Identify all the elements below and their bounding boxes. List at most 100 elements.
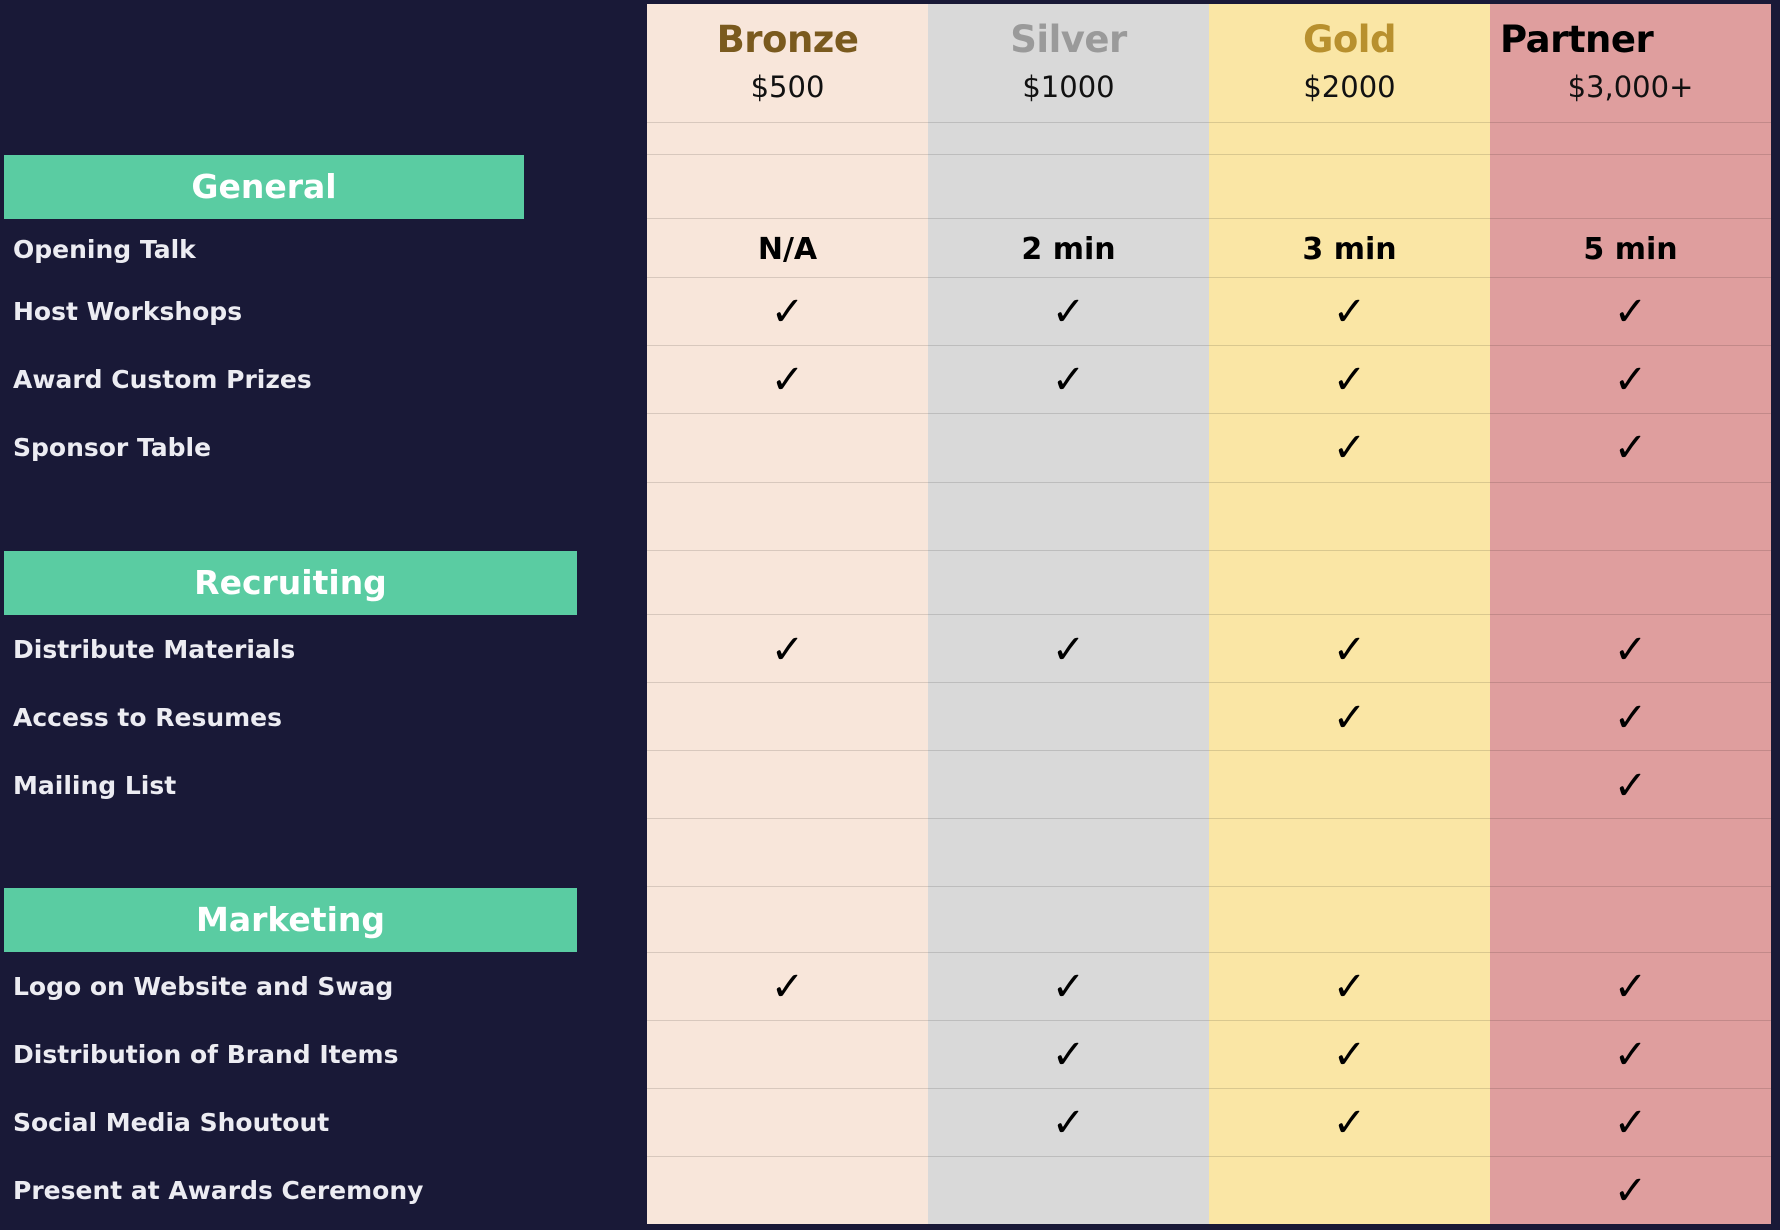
- feature-label: Opening Talk: [13, 235, 196, 264]
- tier-column-silver: Silver $1000 2 min ✓ ✓ ✓ ✓ ✓ ✓: [928, 4, 1209, 1224]
- checkmark-icon: ✓: [1613, 425, 1648, 471]
- row-divider: [1209, 218, 1490, 219]
- row-divider: [1490, 413, 1771, 414]
- row-divider: [1209, 952, 1490, 953]
- row-divider: [928, 750, 1209, 751]
- feature-label: Present at Awards Ceremony: [13, 1176, 424, 1205]
- row-divider: [1490, 154, 1771, 155]
- row-divider: [928, 154, 1209, 155]
- checkmark-icon: ✓: [1332, 289, 1367, 335]
- row-divider: [928, 122, 1209, 123]
- checkmark-icon: ✓: [1613, 1100, 1648, 1146]
- row-divider: [1209, 413, 1490, 414]
- value-cell: N/A: [757, 232, 818, 267]
- tier-price: $2000: [1303, 70, 1396, 104]
- row-divider: [1490, 218, 1771, 219]
- row-divider: [1490, 122, 1771, 123]
- row-divider: [1490, 482, 1771, 483]
- section-header-general: General: [4, 155, 524, 219]
- row-divider: [1490, 1020, 1771, 1021]
- tier-price: $500: [750, 70, 825, 104]
- row-divider: [1490, 818, 1771, 819]
- tier-price: $1000: [1022, 70, 1115, 104]
- feature-label: Distribution of Brand Items: [13, 1040, 399, 1069]
- row-divider: [1490, 1088, 1771, 1089]
- checkmark-icon: ✓: [770, 627, 805, 673]
- row-divider: [1209, 1156, 1490, 1157]
- feature-label: Sponsor Table: [13, 433, 212, 462]
- row-divider: [647, 750, 928, 751]
- row-divider: [928, 614, 1209, 615]
- row-divider: [928, 818, 1209, 819]
- checkmark-icon: ✓: [1051, 627, 1086, 673]
- feature-label: Award Custom Prizes: [13, 365, 312, 394]
- row-divider: [1209, 682, 1490, 683]
- row-divider: [1209, 1088, 1490, 1089]
- row-divider: [647, 952, 928, 953]
- row-divider: [1209, 154, 1490, 155]
- checkmark-icon: ✓: [1051, 357, 1086, 403]
- row-divider: [1209, 818, 1490, 819]
- feature-label: Access to Resumes: [13, 703, 283, 732]
- row-divider: [1490, 550, 1771, 551]
- row-divider: [647, 277, 928, 278]
- tier-name: Partner: [1500, 18, 1654, 61]
- feature-label: Logo on Website and Swag: [13, 972, 394, 1001]
- row-divider: [647, 682, 928, 683]
- tier-name: Bronze: [716, 18, 859, 61]
- checkmark-icon: ✓: [1613, 357, 1648, 403]
- row-divider: [928, 277, 1209, 278]
- tier-column-bronze: Bronze $500 N/A ✓ ✓ ✓ ✓: [647, 4, 928, 1224]
- checkmark-icon: ✓: [1613, 1168, 1648, 1214]
- row-divider: [1490, 614, 1771, 615]
- row-divider: [1209, 550, 1490, 551]
- checkmark-icon: ✓: [1051, 1100, 1086, 1146]
- row-divider: [1490, 345, 1771, 346]
- checkmark-icon: ✓: [1332, 357, 1367, 403]
- feature-label: Mailing List: [13, 771, 177, 800]
- row-divider: [1490, 1156, 1771, 1157]
- value-cell: 5 min: [1583, 232, 1678, 267]
- row-divider: [647, 1088, 928, 1089]
- checkmark-icon: ✓: [1613, 289, 1648, 335]
- row-divider: [928, 1020, 1209, 1021]
- row-divider: [1209, 886, 1490, 887]
- row-divider: [647, 218, 928, 219]
- value-cell: 3 min: [1302, 232, 1397, 267]
- checkmark-icon: ✓: [1051, 1032, 1086, 1078]
- row-divider: [647, 413, 928, 414]
- checkmark-icon: ✓: [770, 289, 805, 335]
- row-divider: [647, 345, 928, 346]
- checkmark-icon: ✓: [1332, 1100, 1367, 1146]
- tier-column-gold: Gold $2000 3 min ✓ ✓ ✓ ✓ ✓ ✓ ✓ ✓: [1209, 4, 1490, 1224]
- feature-label: Social Media Shoutout: [13, 1108, 330, 1137]
- checkmark-icon: ✓: [770, 964, 805, 1010]
- row-divider: [928, 1088, 1209, 1089]
- row-divider: [647, 818, 928, 819]
- row-divider: [1209, 277, 1490, 278]
- row-divider: [1490, 952, 1771, 953]
- tier-price: $3,000+: [1567, 70, 1694, 104]
- row-divider: [1209, 482, 1490, 483]
- checkmark-icon: ✓: [1332, 425, 1367, 471]
- checkmark-icon: ✓: [770, 357, 805, 403]
- feature-label: Host Workshops: [13, 297, 243, 326]
- feature-label: Distribute Materials: [13, 635, 296, 664]
- checkmark-icon: ✓: [1613, 1032, 1648, 1078]
- checkmark-icon: ✓: [1613, 964, 1648, 1010]
- row-divider: [1490, 886, 1771, 887]
- row-divider: [928, 550, 1209, 551]
- checkmark-icon: ✓: [1332, 964, 1367, 1010]
- row-divider: [1490, 682, 1771, 683]
- row-divider: [647, 1156, 928, 1157]
- row-divider: [1490, 277, 1771, 278]
- row-divider: [647, 1020, 928, 1021]
- checkmark-icon: ✓: [1051, 964, 1086, 1010]
- checkmark-icon: ✓: [1613, 627, 1648, 673]
- row-divider: [1209, 122, 1490, 123]
- row-divider: [647, 154, 928, 155]
- checkmark-icon: ✓: [1332, 695, 1367, 741]
- tier-name: Gold: [1303, 18, 1396, 61]
- checkmark-icon: ✓: [1051, 289, 1086, 335]
- checkmark-icon: ✓: [1613, 763, 1648, 809]
